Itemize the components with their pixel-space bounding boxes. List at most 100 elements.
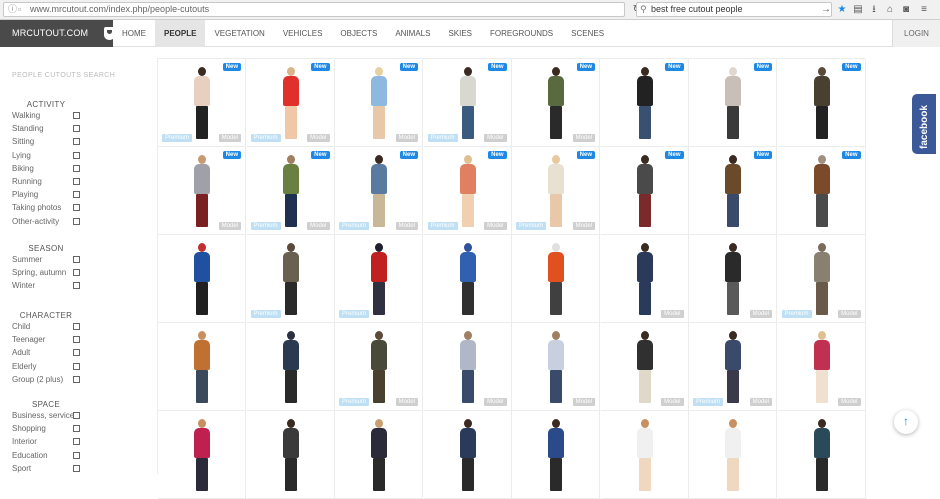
cutout-thumbnail[interactable] [512, 411, 600, 499]
filter-option[interactable]: Biking [0, 162, 139, 175]
nav-link-vehicles[interactable]: VEHICLES [274, 20, 332, 47]
filter-checkbox[interactable] [73, 464, 80, 472]
filter-option[interactable]: Adult [0, 346, 139, 359]
cutout-thumbnail[interactable]: Model [600, 235, 689, 323]
nav-link-vegetation[interactable]: VEGETATION [205, 20, 273, 47]
nav-link-foregrounds[interactable]: FOREGROUNDS [481, 20, 562, 47]
cutout-thumbnail[interactable]: New [777, 147, 866, 235]
filter-checkbox[interactable] [73, 375, 80, 383]
filter-checkbox[interactable] [73, 112, 80, 119]
cutout-thumbnail[interactable]: Premium Model [335, 323, 423, 411]
filter-checkbox[interactable] [73, 336, 80, 344]
filter-checkbox[interactable] [73, 125, 80, 133]
cutout-thumbnail[interactable]: New [689, 59, 777, 147]
filter-option[interactable]: Standing [0, 122, 139, 135]
filter-checkbox[interactable] [73, 138, 80, 146]
download-icon[interactable]: ⭳ [868, 3, 880, 16]
cutout-thumbnail[interactable]: New [600, 59, 689, 147]
cutout-thumbnail[interactable]: Model [512, 323, 600, 411]
filter-checkbox[interactable] [73, 412, 80, 419]
nav-link-home[interactable]: HOME [113, 20, 155, 47]
bookmark-star-icon[interactable]: ★ [836, 3, 848, 16]
scroll-to-top-button[interactable]: ↑ [894, 410, 918, 434]
filter-option[interactable]: Child [0, 320, 139, 333]
cutout-thumbnail[interactable] [158, 411, 246, 499]
filter-option[interactable]: Group (2 plus) [0, 373, 139, 386]
cutout-thumbnail[interactable]: Premium [335, 235, 423, 323]
site-logo[interactable]: MRCUTOUT.COM [0, 20, 113, 47]
filter-checkbox[interactable] [73, 204, 80, 212]
cutout-thumbnail[interactable]: New Premium Model [246, 59, 335, 147]
filter-option[interactable]: Shopping [0, 422, 139, 435]
filter-checkbox[interactable] [73, 177, 80, 185]
cutout-thumbnail[interactable] [158, 323, 246, 411]
cutout-thumbnail[interactable] [689, 411, 777, 499]
cutout-thumbnail[interactable]: New Model [158, 147, 246, 235]
filter-checkbox[interactable] [73, 256, 80, 263]
filter-option[interactable]: Winter [0, 279, 139, 292]
cutout-thumbnail[interactable]: New [689, 147, 777, 235]
cutout-thumbnail[interactable] [777, 411, 866, 499]
cutout-thumbnail[interactable]: New [777, 59, 866, 147]
pocket-icon[interactable]: ◙ [900, 3, 912, 16]
filter-option[interactable]: Running [0, 175, 139, 188]
cutout-thumbnail[interactable] [158, 235, 246, 323]
cutout-thumbnail[interactable] [335, 411, 423, 499]
cutout-thumbnail[interactable] [600, 411, 689, 499]
filter-option[interactable]: Business, services [0, 409, 139, 422]
cutout-thumbnail[interactable]: New Premium Model [423, 147, 512, 235]
filter-option[interactable]: Elderly [0, 360, 139, 373]
filter-checkbox[interactable] [73, 451, 80, 459]
search-go-icon[interactable]: → [820, 3, 832, 16]
cutout-thumbnail[interactable]: New Model [512, 59, 600, 147]
filter-option[interactable]: Summer [0, 253, 139, 266]
cutout-thumbnail[interactable] [512, 235, 600, 323]
cutout-thumbnail[interactable]: New Premium Model [335, 147, 423, 235]
cutout-thumbnail[interactable] [423, 235, 512, 323]
filter-checkbox[interactable] [73, 323, 80, 330]
cutout-thumbnail[interactable]: Model [600, 323, 689, 411]
cutout-thumbnail[interactable]: Premium Model [777, 235, 866, 323]
reading-list-icon[interactable]: ▤ [852, 3, 864, 16]
browser-search-input[interactable]: ⚲ best free cutout people [636, 2, 832, 17]
filter-option[interactable]: Sitting [0, 135, 139, 148]
cutout-thumbnail[interactable]: New Premium Model [512, 147, 600, 235]
filter-option[interactable]: Other-activity [0, 215, 139, 228]
cutout-thumbnail[interactable]: Model [689, 235, 777, 323]
filter-checkbox[interactable] [73, 191, 80, 199]
filter-option[interactable]: Walking [0, 109, 139, 122]
nav-link-skies[interactable]: SKIES [439, 20, 481, 47]
cutout-thumbnail[interactable]: Premium Model [689, 323, 777, 411]
info-icon[interactable]: ⓘ [8, 3, 17, 16]
nav-link-objects[interactable]: OBJECTS [331, 20, 386, 47]
filter-option[interactable]: Interior [0, 435, 139, 448]
filter-option[interactable]: Spring, autumn [0, 266, 139, 279]
filter-option[interactable]: Education [0, 449, 139, 462]
cutout-thumbnail[interactable]: New Model [335, 59, 423, 147]
cutout-thumbnail[interactable]: New Premium Model [158, 59, 246, 147]
filter-option[interactable]: Teenager [0, 333, 139, 346]
nav-link-scenes[interactable]: SCENES [562, 20, 613, 47]
filter-option[interactable]: Sport [0, 462, 139, 475]
address-bar[interactable]: ⓘ ▫ www.mrcutout.com/index.php/people-cu… [3, 2, 625, 17]
filter-checkbox[interactable] [73, 282, 80, 290]
filter-checkbox[interactable] [73, 269, 80, 277]
menu-icon[interactable]: ≡ [918, 3, 930, 16]
cutout-thumbnail[interactable]: Model [423, 323, 512, 411]
filter-checkbox[interactable] [73, 217, 80, 225]
nav-link-animals[interactable]: ANIMALS [386, 20, 439, 47]
cutout-thumbnail[interactable]: New Premium Model [423, 59, 512, 147]
home-icon[interactable]: ⌂ [884, 3, 896, 16]
cutout-thumbnail[interactable]: New Premium Model [246, 147, 335, 235]
nav-link-people[interactable]: PEOPLE [155, 20, 206, 47]
filter-checkbox[interactable] [73, 425, 80, 433]
cutout-thumbnail[interactable] [246, 411, 335, 499]
filter-option[interactable]: Lying [0, 149, 139, 162]
filter-checkbox[interactable] [73, 362, 80, 370]
cutout-thumbnail[interactable] [246, 323, 335, 411]
filter-checkbox[interactable] [73, 151, 80, 159]
cutout-thumbnail[interactable] [423, 411, 512, 499]
facebook-tab[interactable]: facebook [912, 94, 936, 154]
filter-checkbox[interactable] [73, 349, 80, 357]
filter-option[interactable]: Taking photos [0, 201, 139, 214]
